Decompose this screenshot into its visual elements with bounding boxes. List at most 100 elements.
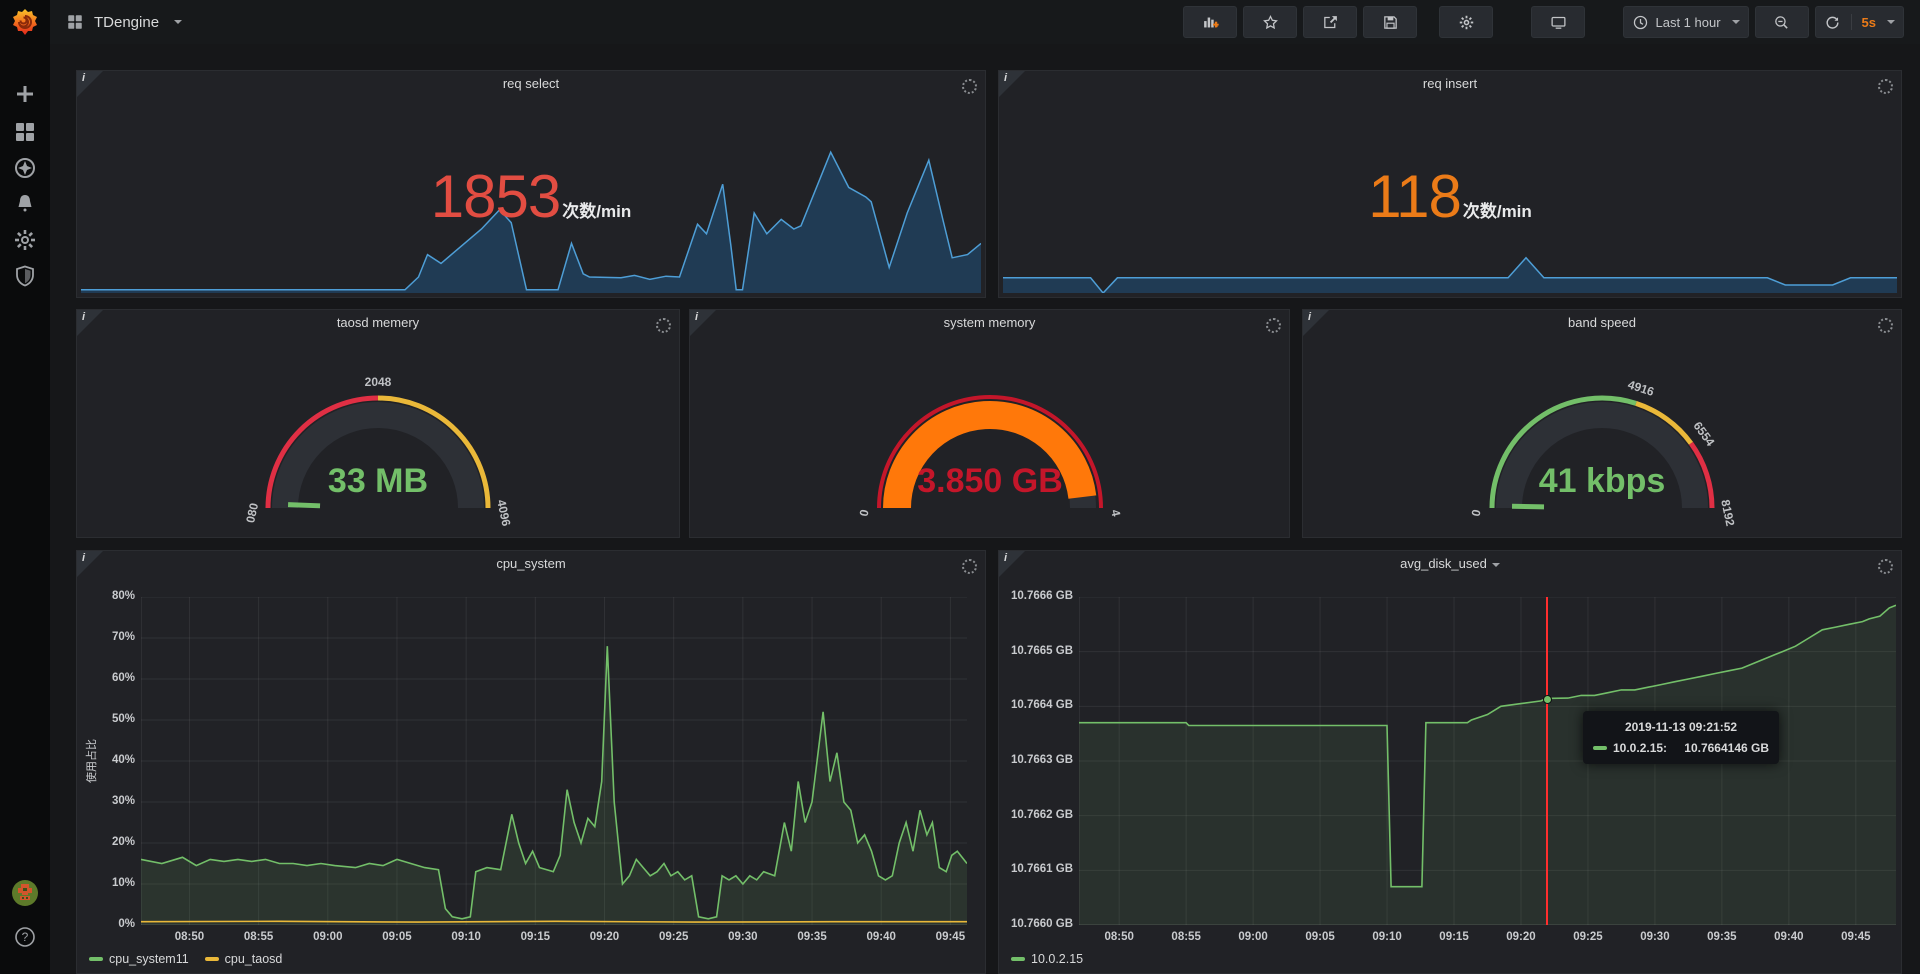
legend: cpu_system11 cpu_taosd	[89, 952, 282, 966]
x-axis-tick: 09:20	[583, 931, 627, 943]
panel-req-select: i req select 1853 次数/min	[76, 70, 986, 298]
x-axis-tick: 09:10	[444, 931, 488, 943]
tooltip-series-marker	[1593, 746, 1607, 750]
x-axis-tick: 09:30	[721, 931, 765, 943]
x-axis-tick: 09:05	[375, 931, 419, 943]
gauge-scale-label: 8192	[1718, 498, 1737, 527]
create-plus-icon[interactable]	[13, 82, 37, 106]
x-axis-tick: 08:50	[167, 931, 211, 943]
panel-title[interactable]: cpu_system	[77, 556, 985, 571]
alerting-bell-icon[interactable]	[13, 192, 37, 216]
gauge-scale-label: 4096	[494, 498, 513, 527]
x-axis-tick: 09:20	[1499, 931, 1543, 943]
configuration-gear-icon[interactable]	[13, 228, 37, 252]
x-axis-tick: 09:25	[652, 931, 696, 943]
x-axis-tick: 09:25	[1566, 931, 1610, 943]
x-axis-tick: 08:55	[237, 931, 281, 943]
panel-title[interactable]: req insert	[999, 76, 1901, 91]
gauge-scale-label: 0	[856, 508, 871, 518]
panel-title[interactable]: system memory	[690, 315, 1289, 330]
dashboard-settings-button[interactable]	[1439, 6, 1493, 38]
sidebar: ?	[0, 0, 50, 974]
dashboard-grid-icon	[66, 13, 84, 31]
system-memory-gauge: 043.850 GB	[750, 362, 1230, 534]
y-axis-tick: 0%	[85, 918, 135, 930]
dashboard-title: TDengine	[94, 14, 159, 31]
save-dashboard-button[interactable]	[1363, 6, 1417, 38]
star-dashboard-button[interactable]	[1243, 6, 1297, 38]
explore-compass-icon[interactable]	[13, 156, 37, 180]
gauge-scale-label: 0	[1469, 508, 1484, 518]
server-admin-shield-icon[interactable]	[13, 264, 37, 288]
time-range-picker[interactable]: Last 1 hour	[1623, 6, 1748, 38]
cpu-system-chart[interactable]: 80%70%60%50%40%30%20%10%0%08:5008:5509:0…	[77, 551, 985, 973]
dashboards-icon[interactable]	[13, 120, 37, 144]
panel-loading-spinner-icon	[1878, 559, 1893, 574]
gauge-scale-label: 2048	[365, 375, 392, 389]
chevron-down-icon	[1887, 20, 1895, 24]
y-axis-tick: 10.7662 GB	[1001, 809, 1073, 821]
x-axis-tick: 09:40	[1767, 931, 1811, 943]
navbar: TDengine Last 1 hour	[50, 0, 1920, 44]
panel-title[interactable]: req select	[77, 76, 985, 91]
chevron-down-icon	[1492, 563, 1500, 567]
gauge-value: 3.850 GB	[917, 462, 1063, 500]
legend-item[interactable]: 10.0.2.15	[1011, 952, 1083, 966]
tooltip-series-label: 10.0.2.15:	[1613, 741, 1667, 755]
y-axis-tick: 10.7661 GB	[1001, 863, 1073, 875]
x-axis-tick: 09:15	[1432, 931, 1476, 943]
gauge-scale-label: 080	[243, 501, 261, 524]
x-axis-tick: 08:50	[1097, 931, 1141, 943]
legend-item[interactable]: cpu_system11	[89, 952, 189, 966]
x-axis-tick: 09:45	[1834, 931, 1878, 943]
panel-loading-spinner-icon	[1878, 79, 1893, 94]
x-axis-tick: 09:40	[859, 931, 903, 943]
plot-area[interactable]	[141, 597, 967, 925]
panel-title[interactable]: avg_disk_used	[999, 556, 1901, 571]
grafana-logo[interactable]	[11, 8, 39, 36]
save-icon	[1382, 14, 1399, 31]
user-avatar[interactable]	[12, 880, 38, 906]
panel-loading-spinner-icon	[656, 318, 671, 333]
x-axis-tick: 09:30	[1633, 931, 1677, 943]
x-axis-tick: 09:00	[306, 931, 350, 943]
x-axis-tick: 09:00	[1231, 931, 1275, 943]
tooltip-timestamp: 2019-11-13 09:21:52	[1593, 720, 1769, 734]
clock-icon	[1632, 14, 1649, 31]
share-icon	[1322, 14, 1339, 31]
legend-item[interactable]: cpu_taosd	[205, 952, 283, 966]
dashboard-title-dropdown[interactable]: TDengine	[50, 13, 182, 31]
zoom-out-time-button[interactable]	[1755, 6, 1809, 38]
cycle-view-mode-button[interactable]	[1531, 6, 1585, 38]
gauge-scale-label: 4916	[1626, 377, 1656, 399]
panel-title[interactable]: band speed	[1303, 315, 1901, 330]
y-axis-tick: 80%	[85, 590, 135, 602]
tooltip-value: 10.7664146 GB	[1684, 741, 1769, 755]
share-dashboard-button[interactable]	[1303, 6, 1357, 38]
x-axis-tick: 08:55	[1164, 931, 1208, 943]
crosshair-line	[1546, 597, 1548, 925]
y-axis-title: 使用占比	[83, 739, 99, 783]
legend-series-marker	[205, 957, 219, 961]
refresh-picker[interactable]: 5s	[1815, 6, 1904, 38]
y-axis-tick: 70%	[85, 631, 135, 643]
req-insert-unit: 次数/min	[1463, 197, 1532, 222]
y-axis-tick: 60%	[85, 672, 135, 684]
chevron-down-icon	[174, 20, 182, 24]
panel-cpu-system: i cpu_system 80%70%60%50%40%30%20%10%0%0…	[76, 550, 986, 974]
zoom-out-icon	[1773, 14, 1790, 31]
chevron-down-icon	[1732, 20, 1740, 24]
refresh-interval-label: 5s	[1862, 15, 1876, 30]
x-axis-tick: 09:35	[1700, 931, 1744, 943]
x-axis-tick: 09:05	[1298, 931, 1342, 943]
y-axis-tick: 50%	[85, 713, 135, 725]
help-icon[interactable]: ?	[13, 925, 37, 949]
refresh-icon	[1824, 14, 1841, 31]
panel-band-speed: i band speed 049166554819241 kbps	[1302, 309, 1902, 538]
panel-loading-spinner-icon	[1878, 318, 1893, 333]
gear-icon	[1458, 14, 1475, 31]
panel-title[interactable]: taosd memery	[77, 315, 679, 330]
req-select-unit: 次数/min	[562, 197, 631, 222]
add-panel-button[interactable]	[1183, 6, 1237, 38]
req-insert-value: 118	[1368, 167, 1461, 227]
